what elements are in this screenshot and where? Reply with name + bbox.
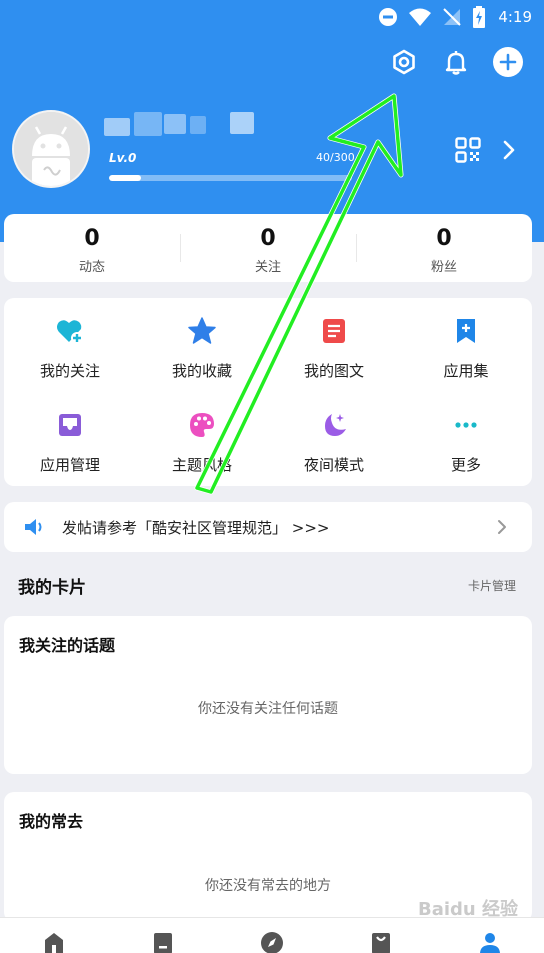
bottom-nav: [0, 917, 544, 953]
status-time: 4:19: [498, 8, 532, 26]
chevron-right-icon[interactable]: [498, 138, 520, 162]
nav-discover[interactable]: [218, 918, 327, 953]
android-avatar-icon: [14, 112, 88, 186]
qr-code-icon[interactable]: [455, 137, 481, 163]
chevron-right-icon: [498, 520, 506, 534]
community-notice[interactable]: 发帖请参考「酷安社区管理规范」 >>>: [4, 502, 532, 552]
grid-item-app-collections[interactable]: 应用集: [400, 298, 532, 392]
nav-home[interactable]: [0, 918, 109, 953]
username-blurred: [104, 112, 254, 136]
card-manage-link[interactable]: 卡片管理: [468, 577, 516, 594]
document-icon: [323, 319, 345, 343]
add-button[interactable]: [492, 46, 524, 78]
stat-fans[interactable]: 0 粉丝: [356, 214, 532, 282]
stats-card: 0 动态 0 关注 0 粉丝: [4, 214, 532, 282]
stat-value: 0: [84, 226, 100, 251]
grid-item-my-articles[interactable]: 我的图文: [268, 298, 400, 392]
palette-icon: [190, 413, 214, 437]
no-signal-icon: [443, 8, 462, 26]
speaker-icon: [25, 519, 42, 535]
notice-text: 发帖请参考「酷安社区管理规范」 >>>: [62, 518, 330, 537]
battery-charging-icon: [473, 6, 486, 28]
grid-item-label: 应用集: [443, 362, 489, 380]
card-title: 我的常去: [19, 812, 84, 831]
settings-hexagon-icon: [393, 49, 415, 75]
baidu-watermark: Baidu 经验: [418, 899, 519, 920]
nav-digital[interactable]: [109, 918, 218, 953]
home-icon: [45, 933, 64, 953]
stat-posts[interactable]: 0 动态: [4, 214, 180, 282]
grid-item-theme-style[interactable]: 主题风格: [136, 392, 268, 486]
grid-item-label: 更多: [450, 456, 481, 474]
do-not-disturb-icon: [379, 8, 398, 26]
phone-card-icon: [154, 933, 173, 953]
heart-plus-icon: [57, 320, 83, 344]
shopping-bag-icon: [371, 933, 390, 953]
grid-item-label: 我的图文: [303, 362, 364, 380]
grid-item-my-follows[interactable]: 我的关注: [4, 298, 136, 392]
notification-button[interactable]: [440, 46, 472, 78]
star-icon: [188, 317, 216, 344]
bell-icon: [445, 51, 467, 75]
user-icon: [479, 933, 500, 953]
level-progress-bar: [109, 175, 352, 181]
plus-circle-icon: [493, 47, 523, 77]
grid-item-label: 我的关注: [39, 362, 100, 380]
compass-icon: [260, 932, 283, 953]
profile-header: 4:19 Lv.0 40/300: [0, 0, 544, 242]
avatar[interactable]: [12, 110, 90, 188]
moon-icon: [325, 414, 346, 436]
followed-topics-card: 我关注的话题 你还没有关注任何话题: [4, 616, 532, 774]
section-title: 我的卡片: [18, 578, 86, 598]
stat-value: 0: [260, 226, 276, 251]
empty-state-text: 你还没有关注任何话题: [198, 701, 338, 717]
nav-me[interactable]: [435, 918, 544, 953]
bookmark-plus-icon: [457, 319, 475, 343]
grid-item-label: 夜间模式: [303, 456, 364, 474]
exp-label: 40/300: [316, 151, 355, 164]
card-title: 我关注的话题: [19, 636, 116, 655]
grid-item-label: 我的收藏: [171, 362, 232, 380]
stat-label: 关注: [254, 260, 281, 275]
wifi-icon: [409, 8, 432, 26]
empty-state-text: 你还没有常去的地方: [205, 878, 331, 894]
grid-item-night-mode[interactable]: 夜间模式: [268, 392, 400, 486]
feature-grid: 我的关注 我的收藏 我的图文 应用集 应用管理 主题风格 夜间模式 更多: [4, 298, 532, 486]
stat-label: 粉丝: [430, 260, 457, 275]
tray-icon: [59, 414, 81, 436]
status-bar: 4:19: [378, 4, 532, 30]
grid-item-label: 应用管理: [39, 456, 100, 474]
grid-item-more[interactable]: 更多: [400, 392, 532, 486]
level-label: Lv.0: [109, 151, 137, 165]
grid-item-my-favorites[interactable]: 我的收藏: [136, 298, 268, 392]
more-dots-icon: [455, 422, 477, 428]
nav-app-store[interactable]: [326, 918, 435, 953]
stat-label: 动态: [78, 260, 105, 275]
settings-button[interactable]: [388, 46, 420, 78]
stat-value: 0: [436, 226, 452, 251]
stat-following[interactable]: 0 关注: [180, 214, 356, 282]
grid-item-label: 主题风格: [171, 456, 232, 474]
grid-item-app-management[interactable]: 应用管理: [4, 392, 136, 486]
